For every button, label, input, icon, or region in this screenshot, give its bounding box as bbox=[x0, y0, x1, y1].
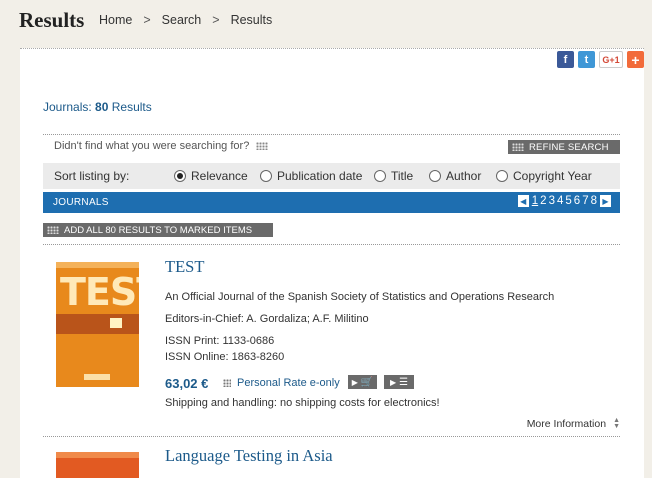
publisher-logo bbox=[84, 374, 110, 380]
journals-bar: JOURNALS ◀ 1 2 3 4 5 6 7 8 ▶ bbox=[43, 192, 620, 213]
personal-rate-link[interactable]: Personal Rate e-only bbox=[223, 377, 340, 389]
page-1[interactable]: 1 bbox=[532, 195, 538, 207]
twitter-icon[interactable]: t bbox=[578, 51, 595, 68]
results-count-number: 80 bbox=[95, 100, 109, 114]
page-3[interactable]: 3 bbox=[549, 195, 555, 207]
next-page-icon[interactable]: ▶ bbox=[600, 195, 611, 207]
breadcrumb-separator: > bbox=[212, 13, 220, 27]
issn-online: ISSN Online: 1863-8260 bbox=[165, 351, 285, 363]
journal-editors: Editors-in-Chief: A. Gordaliza; A.F. Mil… bbox=[165, 313, 369, 325]
cover-band bbox=[56, 314, 139, 334]
radio-icon[interactable] bbox=[429, 170, 441, 182]
breadcrumb: Home > Search > Results bbox=[99, 13, 272, 27]
issn-print: ISSN Print: 1133-0686 bbox=[165, 335, 275, 347]
divider bbox=[43, 436, 620, 437]
results-count: Journals: 80 Results bbox=[43, 100, 152, 114]
expand-arrows-icon: ▲ ▼ bbox=[613, 417, 620, 430]
refine-question-text: Didn't find what you were searching for? bbox=[54, 140, 250, 152]
cover-square bbox=[110, 318, 122, 328]
sort-option-publication-date[interactable]: Publication date bbox=[260, 169, 362, 183]
add-to-list-button[interactable]: ▶ ☰ bbox=[384, 375, 414, 389]
play-icon: ▶ bbox=[389, 377, 397, 387]
sort-label: Sort listing by: bbox=[54, 169, 130, 183]
sort-option-title[interactable]: Title bbox=[374, 169, 413, 183]
journal-subtitle: An Official Journal of the Spanish Socie… bbox=[165, 291, 555, 303]
journal-title-link[interactable]: Language Testing in Asia bbox=[165, 446, 333, 466]
add-all-label: ADD ALL 80 RESULTS TO MARKED ITEMS bbox=[64, 224, 253, 236]
refine-bar: Didn't find what you were searching for?… bbox=[43, 134, 620, 156]
google-plus-icon[interactable]: G+1 bbox=[599, 51, 623, 68]
radio-icon[interactable] bbox=[374, 170, 386, 182]
journal-title-link[interactable]: TEST bbox=[165, 257, 204, 277]
shipping-note: Shipping and handling: no shipping costs… bbox=[165, 397, 440, 409]
journal-cover-image[interactable] bbox=[56, 452, 139, 478]
sort-option-label: Author bbox=[446, 169, 482, 183]
breadcrumb-separator: > bbox=[143, 13, 151, 27]
radio-icon[interactable] bbox=[260, 170, 272, 182]
breadcrumb-search[interactable]: Search bbox=[162, 13, 202, 27]
breadcrumb-results: Results bbox=[230, 13, 273, 27]
dots-icon bbox=[512, 143, 524, 151]
dots-icon bbox=[223, 379, 231, 387]
page-6[interactable]: 6 bbox=[574, 195, 580, 207]
breadcrumb-home[interactable]: Home bbox=[99, 13, 132, 27]
sort-bar: Sort listing by: Relevance Publication d… bbox=[43, 163, 620, 189]
list-icon: ☰ bbox=[399, 376, 409, 388]
refine-question[interactable]: Didn't find what you were searching for? bbox=[54, 140, 269, 152]
radio-icon[interactable] bbox=[496, 170, 508, 182]
journal-price: 63,02 € bbox=[165, 376, 209, 391]
sort-option-label: Relevance bbox=[191, 169, 248, 183]
more-information-label: More Information bbox=[526, 418, 607, 430]
cart-icon: 🛒 bbox=[360, 376, 374, 388]
page-2[interactable]: 2 bbox=[540, 195, 546, 207]
results-count-suffix: Results bbox=[111, 100, 152, 114]
page-title: Results bbox=[19, 8, 85, 32]
add-to-cart-button[interactable]: ▶ 🛒 bbox=[348, 375, 377, 389]
facebook-icon[interactable]: f bbox=[557, 51, 574, 68]
journal-cover-image[interactable]: TEST bbox=[56, 262, 139, 387]
share-plus-icon[interactable]: + bbox=[627, 51, 644, 68]
more-information-toggle[interactable]: More Information ▲ ▼ bbox=[526, 417, 620, 430]
cover-top-band bbox=[56, 262, 139, 268]
rate-label: Personal Rate e-only bbox=[237, 377, 340, 389]
sort-option-label: Copyright Year bbox=[513, 169, 592, 183]
sort-option-relevance[interactable]: Relevance bbox=[174, 169, 248, 183]
divider bbox=[43, 244, 620, 245]
cover-word: TEST bbox=[60, 270, 139, 314]
sort-option-label: Publication date bbox=[277, 169, 363, 183]
add-all-to-marked-button[interactable]: ADD ALL 80 RESULTS TO MARKED ITEMS bbox=[43, 223, 273, 237]
dots-icon bbox=[47, 226, 59, 234]
refine-search-button[interactable]: REFINE SEARCH bbox=[508, 140, 620, 154]
social-share-bar: f t G+1 + bbox=[557, 51, 644, 68]
page-header: Results Home > Search > Results bbox=[0, 0, 652, 44]
page-4[interactable]: 4 bbox=[557, 195, 563, 207]
sort-option-author[interactable]: Author bbox=[429, 169, 481, 183]
radio-selected-icon[interactable] bbox=[174, 170, 186, 182]
page-5[interactable]: 5 bbox=[565, 195, 571, 207]
page-7[interactable]: 7 bbox=[582, 195, 588, 207]
journals-label: JOURNALS bbox=[53, 197, 109, 208]
sort-option-label: Title bbox=[391, 169, 414, 183]
prev-page-icon[interactable]: ◀ bbox=[517, 195, 529, 207]
dots-icon bbox=[256, 142, 269, 151]
sort-option-copyright-year[interactable]: Copyright Year bbox=[496, 169, 592, 183]
pagination: ◀ 1 2 3 4 5 6 7 8 ▶ bbox=[516, 195, 613, 207]
results-panel: f t G+1 + Journals: 80 Results Didn't fi… bbox=[20, 48, 644, 478]
refine-search-label: REFINE SEARCH bbox=[529, 141, 609, 153]
page-8[interactable]: 8 bbox=[591, 195, 597, 207]
play-icon: ▶ bbox=[351, 377, 358, 387]
results-count-prefix: Journals: bbox=[43, 100, 92, 114]
